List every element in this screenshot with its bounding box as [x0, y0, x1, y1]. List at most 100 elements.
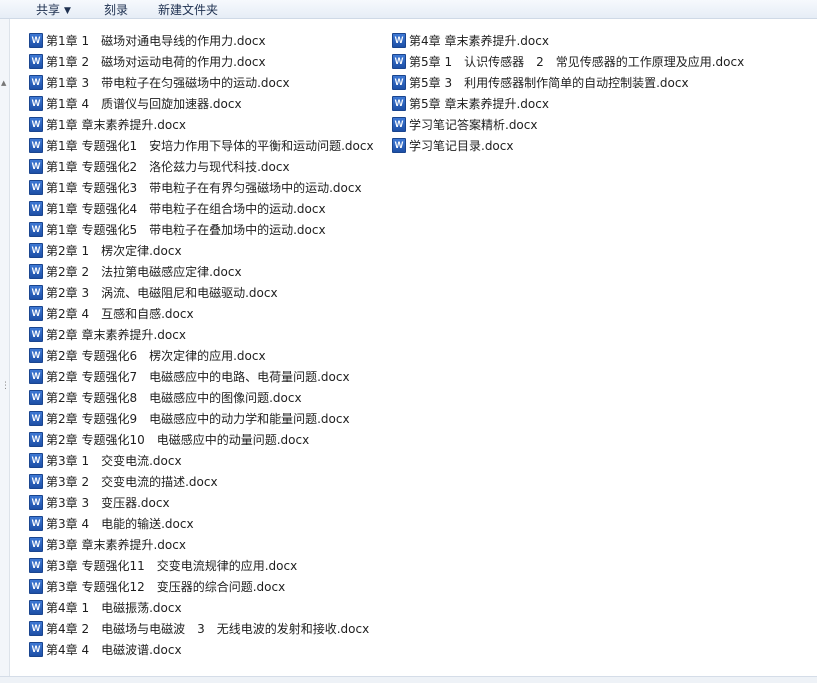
file-item[interactable]: W 第1章 2 磁场对运动电荷的作用力.docx — [29, 51, 266, 72]
word-doc-icon: W — [29, 264, 43, 279]
word-doc-icon: W — [29, 516, 43, 531]
file-name: 第3章 3 变压器.docx — [46, 496, 170, 510]
file-item[interactable]: W 第4章 4 电磁波谱.docx — [29, 639, 182, 660]
file-item[interactable]: W 第3章 专题强化12 变压器的综合问题.docx — [29, 576, 285, 597]
navigation-pane-edge[interactable]: ▲ ⋮ — [0, 19, 10, 676]
file-name: 第3章 专题强化12 变压器的综合问题.docx — [46, 580, 286, 594]
file-item[interactable]: W 第1章 专题强化3 带电粒子在有界匀强磁场中的运动.docx — [29, 177, 362, 198]
word-doc-icon: W — [29, 348, 43, 363]
file-name: 第3章 章末素养提升.docx — [46, 538, 186, 552]
file-name: 第4章 章末素养提升.docx — [409, 34, 549, 48]
file-item[interactable]: W 第1章 专题强化5 带电粒子在叠加场中的运动.docx — [29, 219, 326, 240]
status-bar — [0, 676, 817, 683]
file-item[interactable]: W 第4章 1 电磁振荡.docx — [29, 597, 182, 618]
file-name: 第3章 1 交变电流.docx — [46, 454, 182, 468]
file-item[interactable]: W 第1章 专题强化2 洛伦兹力与现代科技.docx — [29, 156, 290, 177]
file-name: 第1章 专题强化5 带电粒子在叠加场中的运动.docx — [46, 223, 326, 237]
file-name: 第3章 2 交变电流的描述.docx — [46, 475, 218, 489]
file-item[interactable]: W 第5章 3 利用传感器制作简单的自动控制装置.docx — [392, 72, 689, 93]
file-name: 第2章 专题强化9 电磁感应中的动力学和能量问题.docx — [46, 412, 350, 426]
scroll-grip-icon[interactable]: ⋮ — [1, 381, 10, 391]
file-name: 第2章 专题强化6 楞次定律的应用.docx — [46, 349, 266, 363]
file-item[interactable]: W 第2章 3 涡流、电磁阻尼和电磁驱动.docx — [29, 282, 278, 303]
word-doc-icon: W — [29, 306, 43, 321]
file-name: 第2章 专题强化8 电磁感应中的图像问题.docx — [46, 391, 302, 405]
file-item[interactable]: W 第2章 1 楞次定律.docx — [29, 240, 182, 261]
window-right-edge — [808, 19, 817, 676]
file-item[interactable]: W 第1章 4 质谱仪与回旋加速器.docx — [29, 93, 242, 114]
word-doc-icon: W — [29, 621, 43, 636]
file-item[interactable]: W 第2章 2 法拉第电磁感应定律.docx — [29, 261, 242, 282]
word-doc-icon: W — [29, 327, 43, 342]
file-name: 第2章 专题强化7 电磁感应中的电路、电荷量问题.docx — [46, 370, 350, 384]
word-doc-icon: W — [392, 33, 406, 48]
file-item[interactable]: W 第5章 1 认识传感器 2 常见传感器的工作原理及应用.docx — [392, 51, 744, 72]
file-item[interactable]: W 第3章 章末素养提升.docx — [29, 534, 186, 555]
word-doc-icon: W — [29, 642, 43, 657]
file-name: 第4章 1 电磁振荡.docx — [46, 601, 182, 615]
file-name: 第4章 4 电磁波谱.docx — [46, 643, 182, 657]
file-item[interactable]: W 第1章 1 磁场对通电导线的作用力.docx — [29, 30, 266, 51]
file-item[interactable]: W 第4章 章末素养提升.docx — [392, 30, 549, 51]
file-item[interactable]: W 第5章 章末素养提升.docx — [392, 93, 549, 114]
word-doc-icon: W — [29, 432, 43, 447]
file-item[interactable]: W 第1章 3 带电粒子在匀强磁场中的运动.docx — [29, 72, 290, 93]
word-doc-icon: W — [29, 285, 43, 300]
word-doc-icon: W — [392, 138, 406, 153]
file-item[interactable]: W 第2章 专题强化10 电磁感应中的动量问题.docx — [29, 429, 309, 450]
file-item[interactable]: W 第2章 专题强化7 电磁感应中的电路、电荷量问题.docx — [29, 366, 350, 387]
file-item[interactable]: W 第2章 章末素养提升.docx — [29, 324, 186, 345]
word-doc-icon: W — [29, 600, 43, 615]
dropdown-arrow-icon: ▼ — [64, 6, 71, 16]
new-folder-button[interactable]: 新建文件夹 — [158, 1, 218, 18]
word-doc-icon: W — [29, 369, 43, 384]
file-item[interactable]: W 第1章 专题强化1 安培力作用下导体的平衡和运动问题.docx — [29, 135, 374, 156]
file-item[interactable]: W 第3章 专题强化11 交变电流规律的应用.docx — [29, 555, 297, 576]
word-doc-icon: W — [29, 33, 43, 48]
command-bar: 共享 ▼ 刻录 新建文件夹 — [0, 0, 817, 19]
word-doc-icon: W — [29, 117, 43, 132]
share-label: 共享 — [36, 3, 61, 17]
file-name: 第1章 4 质谱仪与回旋加速器.docx — [46, 97, 242, 111]
file-name: 第1章 专题强化2 洛伦兹力与现代科技.docx — [46, 160, 290, 174]
word-doc-icon: W — [29, 453, 43, 468]
file-item[interactable]: W 第1章 章末素养提升.docx — [29, 114, 186, 135]
word-doc-icon: W — [29, 558, 43, 573]
file-item[interactable]: W 第1章 专题强化4 带电粒子在组合场中的运动.docx — [29, 198, 326, 219]
word-doc-icon: W — [29, 75, 43, 90]
word-doc-icon: W — [29, 138, 43, 153]
file-item[interactable]: W 学习笔记目录.docx — [392, 135, 513, 156]
share-menu-button[interactable]: 共享 ▼ — [36, 1, 71, 18]
file-item[interactable]: W 第3章 1 交变电流.docx — [29, 450, 182, 471]
file-name: 第2章 章末素养提升.docx — [46, 328, 186, 342]
file-item[interactable]: W 第3章 2 交变电流的描述.docx — [29, 471, 218, 492]
file-name: 第1章 专题强化4 带电粒子在组合场中的运动.docx — [46, 202, 326, 216]
word-doc-icon: W — [29, 537, 43, 552]
word-doc-icon: W — [392, 117, 406, 132]
file-item[interactable]: W 第2章 专题强化6 楞次定律的应用.docx — [29, 345, 266, 366]
word-doc-icon: W — [29, 474, 43, 489]
file-item[interactable]: W 第3章 4 电能的输送.docx — [29, 513, 194, 534]
file-item[interactable]: W 学习笔记答案精析.docx — [392, 114, 537, 135]
file-item[interactable]: W 第3章 3 变压器.docx — [29, 492, 170, 513]
file-name: 第1章 专题强化1 安培力作用下导体的平衡和运动问题.docx — [46, 139, 374, 153]
word-doc-icon: W — [29, 411, 43, 426]
scroll-up-arrow-icon[interactable]: ▲ — [1, 79, 6, 87]
file-item[interactable]: W 第4章 2 电磁场与电磁波 3 无线电波的发射和接收.docx — [29, 618, 369, 639]
word-doc-icon: W — [29, 180, 43, 195]
file-name: 第2章 专题强化10 电磁感应中的动量问题.docx — [46, 433, 310, 447]
file-item[interactable]: W 第2章 4 互感和自感.docx — [29, 303, 194, 324]
file-name: 第5章 章末素养提升.docx — [409, 97, 549, 111]
word-doc-icon: W — [29, 390, 43, 405]
file-item[interactable]: W 第2章 专题强化9 电磁感应中的动力学和能量问题.docx — [29, 408, 350, 429]
word-doc-icon: W — [392, 75, 406, 90]
word-doc-icon: W — [29, 222, 43, 237]
file-item[interactable]: W 第2章 专题强化8 电磁感应中的图像问题.docx — [29, 387, 302, 408]
burn-button[interactable]: 刻录 — [104, 1, 128, 18]
file-name: 第3章 4 电能的输送.docx — [46, 517, 194, 531]
file-name: 第1章 章末素养提升.docx — [46, 118, 186, 132]
file-name: 第4章 2 电磁场与电磁波 3 无线电波的发射和接收.docx — [46, 622, 370, 636]
file-name: 第1章 1 磁场对通电导线的作用力.docx — [46, 34, 266, 48]
word-doc-icon: W — [29, 579, 43, 594]
file-name: 第1章 2 磁场对运动电荷的作用力.docx — [46, 55, 266, 69]
